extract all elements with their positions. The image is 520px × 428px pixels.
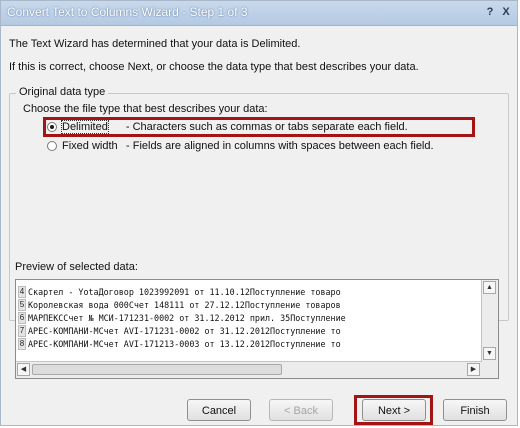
row-number: 7 <box>18 324 26 337</box>
preview-label: Preview of selected data: <box>15 261 138 273</box>
delimited-option-label[interactable]: Delimited <box>61 120 109 134</box>
vertical-scrollbar[interactable]: ▲ ▼ <box>481 280 498 362</box>
close-icon[interactable]: X <box>499 4 513 20</box>
scroll-corner <box>482 362 498 378</box>
row-number: 8 <box>18 337 26 350</box>
text-to-columns-dialog: Convert Text to Columns Wizard - Step 1 … <box>0 0 518 426</box>
title-bar[interactable]: Convert Text to Columns Wizard - Step 1 … <box>1 1 517 26</box>
title-buttons: ? X <box>483 4 513 20</box>
fixed-width-option-description: - Fields are aligned in columns with spa… <box>126 140 434 152</box>
cancel-button[interactable]: Cancel <box>187 399 251 421</box>
preview-row: 7 АРЕС-КОМПАНИ-МСчет AVI-171231-0002 от … <box>16 324 482 337</box>
radio-button-unchecked[interactable] <box>47 141 57 151</box>
preview-row: 6 МАРПЕКССчет № МСИ-171231-0002 от 31.12… <box>16 311 482 324</box>
data-preview-pane[interactable]: 4 Скартел - YotaДоговор 1023992091 от 11… <box>15 279 499 379</box>
row-number: 5 <box>18 298 26 311</box>
row-number: 6 <box>18 311 26 324</box>
fixed-width-option-label[interactable]: Fixed width <box>62 140 126 152</box>
row-text: АРЕС-КОМПАНИ-МСчет AVI-171213-0003 от 13… <box>28 338 341 349</box>
scroll-right-icon[interactable]: ▶ <box>467 363 480 376</box>
scroll-down-icon[interactable]: ▼ <box>483 347 496 360</box>
scroll-up-icon[interactable]: ▲ <box>483 281 496 294</box>
horizontal-scrollbar[interactable]: ◀ ▶ <box>16 361 482 378</box>
row-text: Скартел - YotaДоговор 1023992091 от 11.1… <box>28 286 341 297</box>
group-legend: Original data type <box>16 86 109 98</box>
row-text: МАРПЕКССчет № МСИ-171231-0002 от 31.12.2… <box>28 312 346 323</box>
help-icon[interactable]: ? <box>483 4 497 20</box>
delimited-option-description: - Characters such as commas or tabs sepa… <box>125 121 408 133</box>
file-type-label: Choose the file type that best describes… <box>23 103 268 115</box>
preview-rows: 4 Скартел - YotaДоговор 1023992091 от 11… <box>16 285 482 350</box>
radio-fixed-width[interactable]: Fixed width - Fields are aligned in colu… <box>47 138 434 154</box>
preview-row: 5 Королевская вода 000Счет 148111 от 27.… <box>16 298 482 311</box>
intro-line-1: The Text Wizard has determined that your… <box>9 38 301 50</box>
row-text: Королевская вода 000Счет 148111 от 27.12… <box>28 299 341 310</box>
radio-delimited[interactable]: Delimited - Characters such as commas or… <box>47 119 408 135</box>
row-number: 4 <box>18 285 26 298</box>
row-text: АРЕС-КОМПАНИ-МСчет AVI-171231-0002 от 31… <box>28 325 341 336</box>
preview-row: 8 АРЕС-КОМПАНИ-МСчет AVI-171213-0003 от … <box>16 337 482 350</box>
window-title: Convert Text to Columns Wizard - Step 1 … <box>7 5 248 19</box>
horizontal-scroll-thumb[interactable] <box>32 364 282 375</box>
radio-button-checked[interactable] <box>47 122 57 132</box>
preview-row: 4 Скартел - YotaДоговор 1023992091 от 11… <box>16 285 482 298</box>
scroll-left-icon[interactable]: ◀ <box>17 363 30 376</box>
next-button[interactable]: Next > <box>362 399 426 421</box>
finish-button[interactable]: Finish <box>443 399 507 421</box>
intro-line-2: If this is correct, choose Next, or choo… <box>9 61 419 73</box>
back-button[interactable]: < Back <box>269 399 333 421</box>
